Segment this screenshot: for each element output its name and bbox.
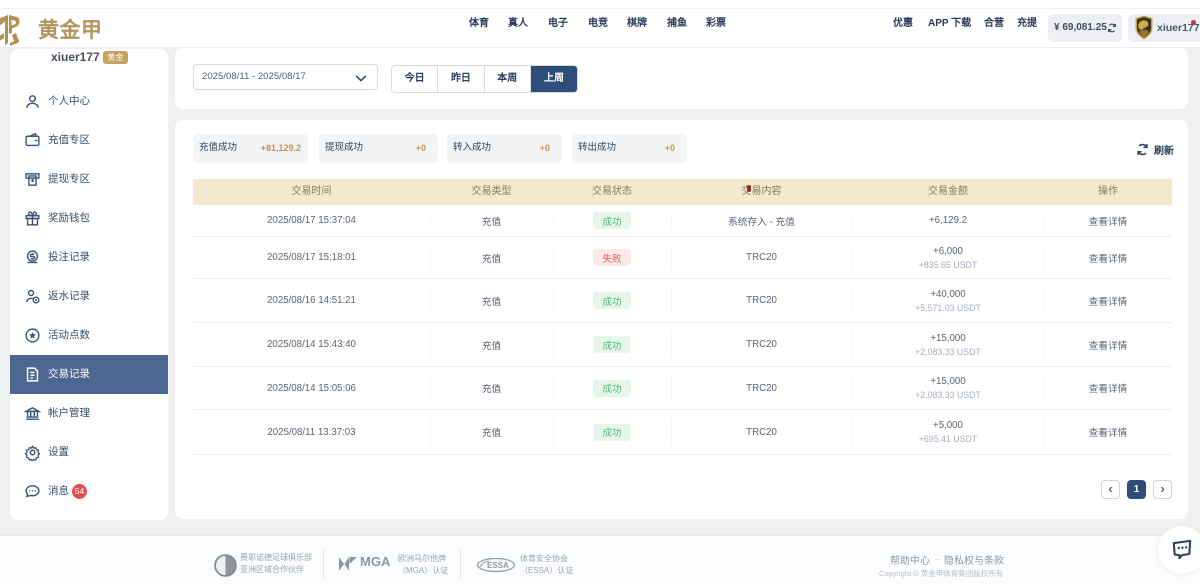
- svg-text:ESSA: ESSA: [487, 561, 509, 570]
